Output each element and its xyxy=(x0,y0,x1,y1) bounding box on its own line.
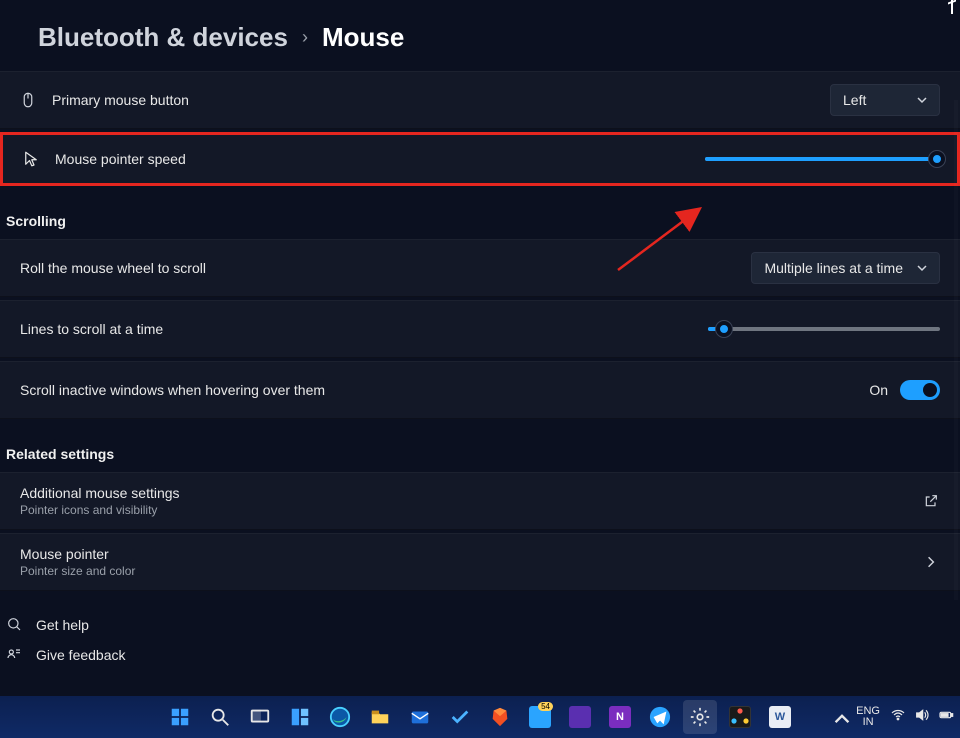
taskbar-app-icon[interactable]: 54 xyxy=(523,700,557,734)
setting-label: Primary mouse button xyxy=(52,92,189,108)
feedback-label: Give feedback xyxy=(36,647,126,663)
chevron-right-icon xyxy=(922,553,940,571)
tray-expand-icon[interactable] xyxy=(834,711,846,723)
toggle-state-label: On xyxy=(869,382,888,398)
primary-button-dropdown[interactable]: Left xyxy=(830,84,940,116)
help-label: Get help xyxy=(36,617,89,633)
volume-icon[interactable] xyxy=(914,707,930,728)
wifi-icon[interactable] xyxy=(890,707,906,728)
taskbar-brave-icon[interactable] xyxy=(483,700,517,734)
setting-scroll-inactive: Scroll inactive windows when hovering ov… xyxy=(0,361,960,419)
chevron-down-icon xyxy=(917,263,927,273)
chevron-right-icon: › xyxy=(302,27,308,48)
taskbar-settings-icon[interactable] xyxy=(683,700,717,734)
open-external-icon xyxy=(922,492,940,510)
setting-label: Lines to scroll at a time xyxy=(18,321,163,337)
language-indicator[interactable]: ENG IN xyxy=(856,706,880,728)
breadcrumb-current: Mouse xyxy=(322,22,404,53)
taskbar-search-icon[interactable] xyxy=(203,700,237,734)
taskbar-explorer-icon[interactable] xyxy=(363,700,397,734)
setting-label: Mouse pointer speed xyxy=(55,151,186,167)
link-subtitle: Pointer size and color xyxy=(20,564,135,578)
taskbar-edge-icon[interactable] xyxy=(323,700,357,734)
link-title: Additional mouse settings xyxy=(20,485,180,501)
roll-wheel-dropdown[interactable]: Multiple lines at a time xyxy=(751,252,940,284)
setting-label: Roll the mouse wheel to scroll xyxy=(18,260,206,276)
breadcrumb-parent[interactable]: Bluetooth & devices xyxy=(38,22,288,53)
breadcrumb: Bluetooth & devices › Mouse xyxy=(0,0,960,71)
settings-page: Bluetooth & devices › Mouse Primary mous… xyxy=(0,0,960,668)
taskbar-app-icon[interactable] xyxy=(563,700,597,734)
taskbar-todo-icon[interactable] xyxy=(443,700,477,734)
toggle-knob xyxy=(923,383,937,397)
setting-roll-wheel: Roll the mouse wheel to scroll Multiple … xyxy=(0,239,960,297)
link-subtitle: Pointer icons and visibility xyxy=(20,503,180,517)
taskbar-center: 54 N W xyxy=(163,700,797,734)
cursor-fragment xyxy=(948,0,956,14)
setting-label: Scroll inactive windows when hovering ov… xyxy=(18,382,325,398)
taskbar-taskview-icon[interactable] xyxy=(243,700,277,734)
mouse-icon xyxy=(18,90,38,110)
lines-scroll-slider[interactable] xyxy=(708,327,940,331)
taskbar-systray: ENG IN xyxy=(834,696,954,738)
battery-icon[interactable] xyxy=(938,707,954,728)
taskbar-word-icon[interactable]: W xyxy=(763,700,797,734)
taskbar-telegram-icon[interactable] xyxy=(643,700,677,734)
section-scrolling: Scrolling xyxy=(0,189,960,239)
taskbar-mail-icon[interactable] xyxy=(403,700,437,734)
taskbar-app-icon[interactable] xyxy=(723,700,757,734)
taskbar: 54 N W ENG IN xyxy=(0,696,960,738)
scrollbar[interactable] xyxy=(954,100,958,600)
taskbar-widgets-icon[interactable] xyxy=(283,700,317,734)
setting-primary-mouse-button: Primary mouse button Left xyxy=(0,71,960,129)
scroll-inactive-toggle[interactable] xyxy=(900,380,940,400)
get-help-link[interactable]: Get help xyxy=(0,608,960,638)
dropdown-value: Left xyxy=(843,92,866,108)
taskbar-onenote-icon[interactable]: N xyxy=(603,700,637,734)
link-additional-mouse-settings[interactable]: Additional mouse settings Pointer icons … xyxy=(0,472,960,530)
dropdown-value: Multiple lines at a time xyxy=(764,260,903,276)
chevron-down-icon xyxy=(917,95,927,105)
give-feedback-link[interactable]: Give feedback xyxy=(0,638,960,668)
link-mouse-pointer[interactable]: Mouse pointer Pointer size and color xyxy=(0,533,960,591)
cursor-icon xyxy=(21,149,41,169)
setting-lines-to-scroll: Lines to scroll at a time xyxy=(0,300,960,358)
link-title: Mouse pointer xyxy=(20,546,135,562)
setting-mouse-pointer-speed: Mouse pointer speed xyxy=(0,132,960,186)
help-icon xyxy=(6,616,24,634)
section-related: Related settings xyxy=(0,422,960,472)
feedback-icon xyxy=(6,646,24,664)
pointer-speed-slider[interactable] xyxy=(705,157,937,161)
taskbar-start-icon[interactable] xyxy=(163,700,197,734)
